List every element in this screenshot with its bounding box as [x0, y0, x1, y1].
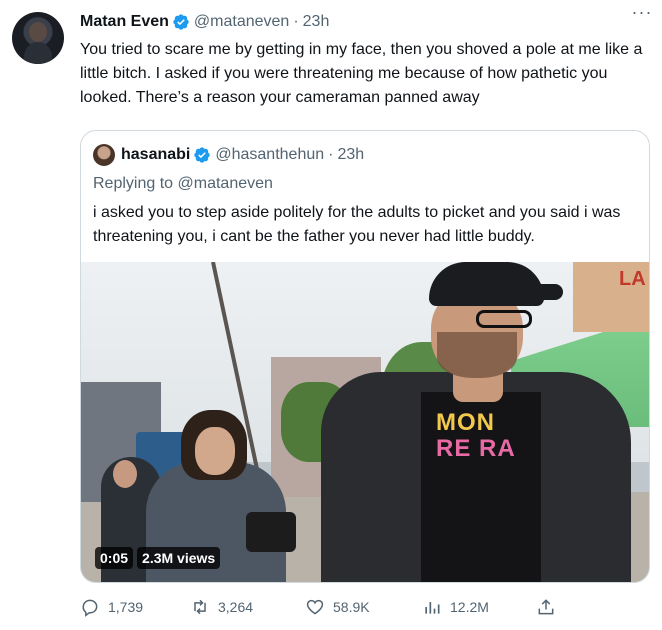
- quoted-tweet-header: hasanabi @hasanthehun · 23h: [93, 144, 364, 166]
- separator-dot: ·: [328, 146, 334, 163]
- video-frame-sign: LA: [573, 262, 649, 332]
- quoted-author-avatar[interactable]: [93, 144, 115, 166]
- author-avatar[interactable]: [12, 12, 64, 64]
- replying-to-line: Replying to @mataneven: [93, 175, 273, 193]
- like-count: 58.9K: [333, 599, 370, 615]
- video-view-count: 2.3M views: [137, 547, 221, 569]
- tweet-timestamp[interactable]: 23h: [303, 13, 330, 31]
- retweet-count: 3,264: [218, 599, 254, 615]
- quoted-author-handle[interactable]: @hasanthehun: [215, 146, 324, 164]
- video-frame-glasses: [476, 310, 532, 328]
- separator-dot: ·: [293, 13, 299, 30]
- quoted-author-name[interactable]: hasanabi: [121, 146, 190, 164]
- author-name[interactable]: Matan Even: [80, 13, 169, 31]
- views-button[interactable]: 12.2M: [422, 596, 489, 618]
- replying-to-label: Replying to: [93, 175, 178, 192]
- shirt-text-line-1: MON: [436, 409, 495, 436]
- retweet-button[interactable]: 3,264: [190, 596, 253, 618]
- analytics-icon: [425, 602, 440, 614]
- quoted-timestamp[interactable]: 23h: [337, 146, 364, 164]
- tweet-header: Matan Even @mataneven · 23h: [80, 11, 650, 33]
- shirt-text-line-2: RE RA: [436, 435, 516, 462]
- views-count: 12.2M: [450, 599, 489, 615]
- reply-icon: [82, 599, 98, 617]
- reply-button[interactable]: 1,739: [80, 596, 143, 618]
- retweet-icon: [194, 599, 206, 615]
- verified-badge-icon: [194, 147, 211, 163]
- video-info-badges: 0:05 2.3M views: [95, 547, 221, 569]
- video-player[interactable]: LA MON RE RA 0:05 2.3M views: [81, 262, 649, 582]
- video-duration: 0:05: [95, 547, 134, 569]
- quoted-tweet-text: i asked you to step aside politely for t…: [93, 204, 621, 245]
- share-button[interactable]: [536, 596, 556, 618]
- video-frame-person-face: [195, 427, 235, 475]
- video-frame-cap-brim: [501, 284, 563, 300]
- author-handle[interactable]: @mataneven: [194, 13, 289, 31]
- reply-count: 1,739: [108, 599, 144, 615]
- sign-text: LA: [619, 268, 646, 290]
- replying-to-mention[interactable]: @mataneven: [178, 175, 273, 192]
- tweet-actions: 1,739 3,264 58.9K 12.2M: [80, 596, 560, 618]
- more-options-icon[interactable]: ···: [628, 3, 656, 26]
- verified-badge-icon: [173, 14, 189, 30]
- tweet-text: You tried to scare me by getting in my f…: [80, 41, 643, 106]
- video-frame-person-head: [113, 460, 137, 488]
- video-frame-camera: [246, 512, 296, 552]
- like-button[interactable]: 58.9K: [305, 596, 370, 618]
- video-frame-shirt-text: MON RE RA: [436, 410, 516, 462]
- video-frame-beard: [437, 332, 517, 378]
- share-icon: [538, 599, 554, 615]
- quoted-tweet[interactable]: hasanabi @hasanthehun · 23h Replying to …: [80, 130, 650, 583]
- heart-icon: [306, 599, 324, 615]
